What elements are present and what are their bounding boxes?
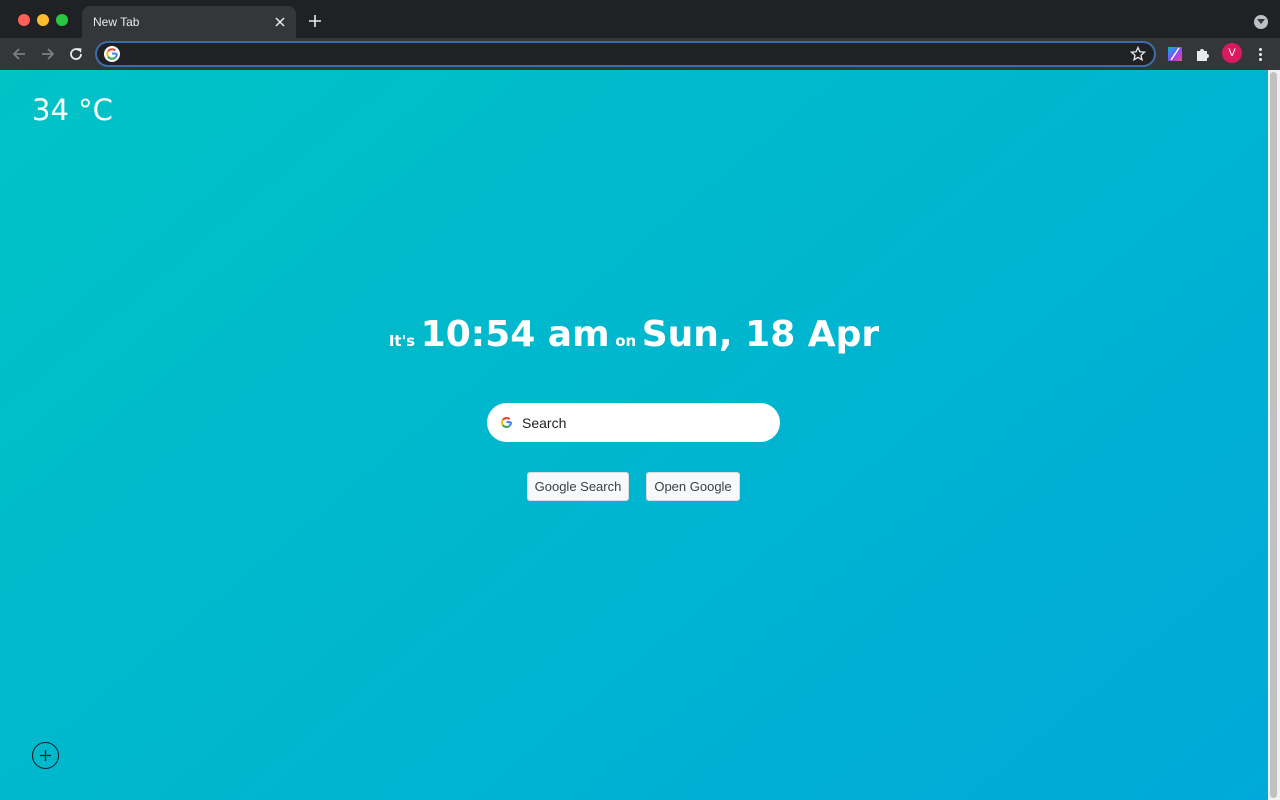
add-shortcut-button[interactable]	[32, 742, 59, 769]
extension-logo-icon[interactable]	[1166, 45, 1184, 63]
plus-icon	[40, 750, 51, 761]
tab-search-button[interactable]	[1254, 15, 1268, 29]
search-box[interactable]	[487, 403, 780, 442]
new-tab-page: 34 °C It's 10:54 am on Sun, 18 Apr Googl…	[0, 70, 1268, 800]
bookmark-star-icon[interactable]	[1130, 46, 1146, 62]
clock-date: Sun, 18 Apr	[641, 314, 880, 355]
back-button[interactable]	[8, 43, 30, 65]
address-bar[interactable]	[95, 41, 1156, 67]
browser-tab-bar: New Tab	[0, 0, 1280, 38]
extensions-puzzle-icon[interactable]	[1194, 45, 1212, 63]
minimize-window-button[interactable]	[37, 14, 49, 26]
clock-greeting: It's 10:54 am on Sun, 18 Apr	[0, 314, 1268, 355]
arrow-right-icon	[42, 48, 55, 60]
reload-button[interactable]	[65, 43, 87, 65]
maximize-window-button[interactable]	[56, 14, 68, 26]
profile-avatar[interactable]: V	[1222, 43, 1242, 63]
arrow-left-icon	[12, 48, 25, 60]
weather-temperature: 34 °C	[32, 93, 113, 127]
plus-icon	[309, 15, 321, 27]
new-tab-button[interactable]	[304, 10, 326, 32]
close-window-button[interactable]	[18, 14, 30, 26]
address-input[interactable]	[127, 45, 1107, 63]
google-g-icon	[104, 46, 120, 62]
open-google-button[interactable]: Open Google	[646, 472, 740, 501]
chevron-down-icon	[1257, 19, 1265, 24]
tab-new-tab[interactable]: New Tab	[82, 6, 296, 38]
clock-prefix: It's	[388, 332, 416, 350]
clock-time: 10:54 am	[420, 314, 610, 355]
google-g-icon	[501, 417, 513, 428]
scrollbar-thumb[interactable]	[1270, 72, 1277, 798]
search-input[interactable]	[522, 413, 762, 433]
google-search-button[interactable]: Google Search	[527, 472, 629, 501]
reload-icon	[70, 48, 82, 60]
page-scrollbar[interactable]	[1268, 70, 1280, 800]
forward-button[interactable]	[37, 43, 59, 65]
tab-title: New Tab	[93, 15, 140, 29]
clock-connector: on	[615, 332, 637, 350]
browser-toolbar: V	[0, 38, 1280, 70]
close-tab-icon[interactable]	[272, 14, 288, 30]
more-menu-icon[interactable]	[1252, 45, 1268, 63]
